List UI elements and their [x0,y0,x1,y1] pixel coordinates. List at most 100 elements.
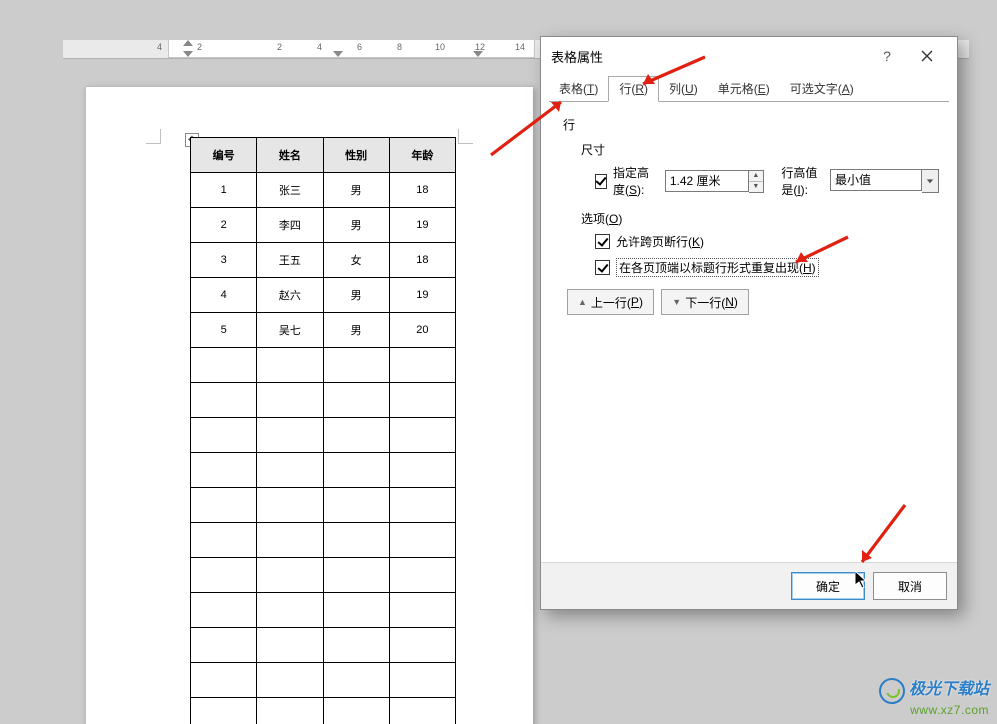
indent-marker-icon[interactable] [183,51,193,57]
table-cell[interactable] [191,558,257,593]
table-cell[interactable] [323,418,389,453]
table-row[interactable]: 3王五女18 [191,243,456,278]
table-cell[interactable]: 1 [191,173,257,208]
allow-break-checkbox[interactable] [595,234,610,249]
table-cell[interactable] [191,453,257,488]
table-row[interactable]: 5吴七男20 [191,313,456,348]
table-cell[interactable]: 19 [389,208,455,243]
dialog-titlebar[interactable]: 表格属性 ? [541,37,957,75]
table-cell[interactable] [191,698,257,724]
table-cell[interactable] [323,523,389,558]
table-cell[interactable] [191,628,257,663]
table-cell[interactable] [257,663,323,698]
table-cell[interactable] [323,698,389,724]
table-cell[interactable] [389,558,455,593]
table-row[interactable] [191,663,456,698]
table-cell[interactable]: 18 [389,243,455,278]
table-cell[interactable] [389,383,455,418]
table-cell[interactable] [323,488,389,523]
table-cell[interactable] [257,348,323,383]
table-cell[interactable] [323,558,389,593]
table-cell[interactable] [389,488,455,523]
table-row[interactable] [191,558,456,593]
help-button[interactable]: ? [867,41,907,71]
table-row[interactable]: 1张三男18 [191,173,456,208]
chevron-down-icon[interactable] [922,169,939,193]
document-table[interactable]: 编号 姓名 性别 年龄 1张三男182李四男193王五女184赵六男195吴七男… [190,137,456,724]
table-cell[interactable]: 20 [389,313,455,348]
table-cell[interactable] [257,593,323,628]
row-height-rule-select[interactable]: 最小值 [830,169,939,193]
table-row[interactable] [191,488,456,523]
repeat-header-checkbox[interactable] [595,260,610,275]
table-row[interactable]: 2李四男19 [191,208,456,243]
table-cell[interactable] [191,593,257,628]
spin-up-icon[interactable]: ▲ [749,171,763,182]
table-cell[interactable]: 赵六 [257,278,323,313]
table-cell[interactable] [191,383,257,418]
table-cell[interactable] [323,593,389,628]
tab-cell[interactable]: 单元格(E) [708,77,780,101]
table-cell[interactable] [389,593,455,628]
table-cell[interactable] [323,628,389,663]
table-cell[interactable]: 男 [323,173,389,208]
table-cell[interactable] [191,523,257,558]
table-cell[interactable]: 王五 [257,243,323,278]
table-cell[interactable] [389,523,455,558]
table-cell[interactable] [389,628,455,663]
table-row[interactable]: 4赵六男19 [191,278,456,313]
table-cell[interactable] [191,663,257,698]
table-cell[interactable] [191,348,257,383]
table-cell[interactable] [257,628,323,663]
table-cell[interactable] [257,418,323,453]
indent-marker-icon[interactable] [183,40,193,46]
col-header[interactable]: 编号 [191,138,257,173]
table-cell[interactable] [389,418,455,453]
table-cell[interactable] [257,488,323,523]
table-cell[interactable] [257,383,323,418]
prev-row-button[interactable]: ▲上一行(P) [567,289,654,315]
table-cell[interactable] [389,348,455,383]
tab-marker-icon[interactable] [333,51,343,57]
table-cell[interactable] [191,488,257,523]
close-button[interactable] [907,41,947,71]
col-header[interactable]: 姓名 [257,138,323,173]
table-row[interactable] [191,453,456,488]
table-cell[interactable] [257,453,323,488]
table-cell[interactable]: 男 [323,313,389,348]
table-cell[interactable] [389,663,455,698]
specify-height-checkbox[interactable] [595,174,607,189]
table-cell[interactable] [323,453,389,488]
table-row[interactable] [191,698,456,724]
height-input[interactable] [665,170,749,192]
table-cell[interactable]: 女 [323,243,389,278]
table-cell[interactable] [389,698,455,724]
table-row[interactable] [191,523,456,558]
table-cell[interactable]: 19 [389,278,455,313]
table-cell[interactable] [323,348,389,383]
table-cell[interactable]: 5 [191,313,257,348]
spin-down-icon[interactable]: ▼ [749,182,763,192]
tab-alt-text[interactable]: 可选文字(A) [780,77,864,101]
next-row-button[interactable]: ▼下一行(N) [661,289,749,315]
table-row[interactable] [191,383,456,418]
table-cell[interactable] [257,523,323,558]
table-cell[interactable]: 吴七 [257,313,323,348]
table-row[interactable] [191,628,456,663]
table-cell[interactable]: 2 [191,208,257,243]
table-cell[interactable]: 男 [323,278,389,313]
table-cell[interactable]: 18 [389,173,455,208]
height-spinner[interactable]: ▲▼ [665,170,764,193]
table-cell[interactable]: 李四 [257,208,323,243]
table-cell[interactable]: 4 [191,278,257,313]
table-header-row[interactable]: 编号 姓名 性别 年龄 [191,138,456,173]
table-cell[interactable]: 3 [191,243,257,278]
table-cell[interactable] [257,698,323,724]
table-row[interactable] [191,593,456,628]
table-cell[interactable]: 男 [323,208,389,243]
table-row[interactable] [191,348,456,383]
col-header[interactable]: 性别 [323,138,389,173]
table-cell[interactable] [257,558,323,593]
table-row[interactable] [191,418,456,453]
table-cell[interactable] [323,383,389,418]
